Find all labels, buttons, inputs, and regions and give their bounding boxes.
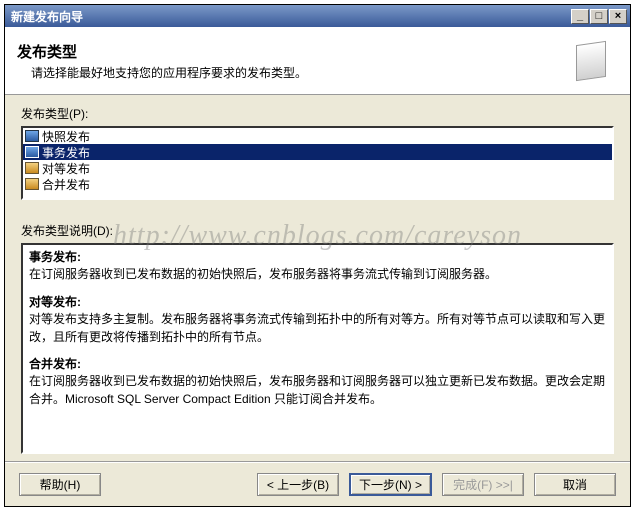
list-item-label: 快照发布 xyxy=(42,128,90,145)
window-title: 新建发布向导 xyxy=(11,8,570,25)
publication-icon xyxy=(25,162,39,174)
button-bar: 帮助(H) < 上一步(B) 下一步(N) > 完成(F) >>| 取消 xyxy=(5,462,630,506)
list-item-label: 对等发布 xyxy=(42,160,90,177)
wizard-header: 发布类型 请选择能最好地支持您的应用程序要求的发布类型。 xyxy=(5,27,630,95)
publication-type-label: 发布类型(P): xyxy=(21,105,614,122)
desc-body: 在订阅服务器收到已发布数据的初始快照后，发布服务器和订阅服务器可以独立更新已发布… xyxy=(29,374,605,405)
cancel-button[interactable]: 取消 xyxy=(534,473,616,496)
description-label: 发布类型说明(D): xyxy=(21,222,614,239)
page-subtitle: 请选择能最好地支持您的应用程序要求的发布类型。 xyxy=(17,64,568,81)
next-button[interactable]: 下一步(N) > xyxy=(349,473,432,496)
publication-icon xyxy=(25,130,39,142)
close-button[interactable]: × xyxy=(609,9,627,24)
publication-icon xyxy=(25,178,39,190)
list-item[interactable]: 对等发布 xyxy=(23,160,612,176)
description-box: 事务发布: 在订阅服务器收到已发布数据的初始快照后，发布服务器将事务流式传输到订… xyxy=(21,243,614,454)
publication-type-list[interactable]: 快照发布 事务发布 对等发布 合并发布 xyxy=(21,126,614,200)
list-item[interactable]: 快照发布 xyxy=(23,128,612,144)
desc-body: 在订阅服务器收到已发布数据的初始快照后，发布服务器将事务流式传输到订阅服务器。 xyxy=(29,267,497,281)
help-button[interactable]: 帮助(H) xyxy=(19,473,101,496)
desc-body: 对等发布支持多主复制。发布服务器将事务流式传输到拓扑中的所有对等方。所有对等节点… xyxy=(29,312,605,343)
finish-button: 完成(F) >>| xyxy=(442,473,524,496)
wizard-icon xyxy=(568,39,612,83)
list-item-label: 事务发布 xyxy=(42,144,90,161)
titlebar: 新建发布向导 _ □ × xyxy=(5,5,630,27)
list-item[interactable]: 合并发布 xyxy=(23,176,612,192)
minimize-button[interactable]: _ xyxy=(571,9,589,24)
publication-icon xyxy=(25,146,39,158)
desc-title: 事务发布: xyxy=(29,250,81,264)
maximize-button[interactable]: □ xyxy=(590,9,608,24)
page-title: 发布类型 xyxy=(17,41,568,62)
back-button[interactable]: < 上一步(B) xyxy=(257,473,339,496)
list-item-label: 合并发布 xyxy=(42,176,90,193)
desc-title: 合并发布: xyxy=(29,357,81,371)
list-item[interactable]: 事务发布 xyxy=(23,144,612,160)
desc-title: 对等发布: xyxy=(29,295,81,309)
